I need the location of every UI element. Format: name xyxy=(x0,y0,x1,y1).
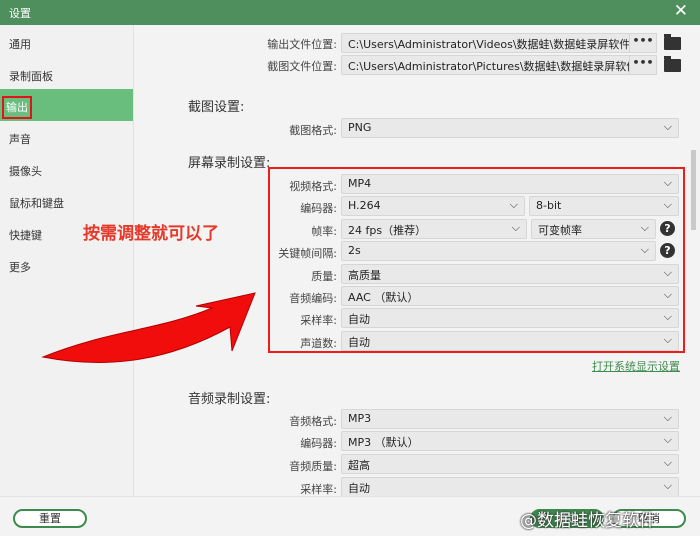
watermark: @数据蛙恢复软件 xyxy=(520,511,656,531)
arrow-shape xyxy=(41,292,256,363)
red-arrow-icon xyxy=(41,292,256,363)
reset-button[interactable]: 重置 xyxy=(13,509,87,528)
